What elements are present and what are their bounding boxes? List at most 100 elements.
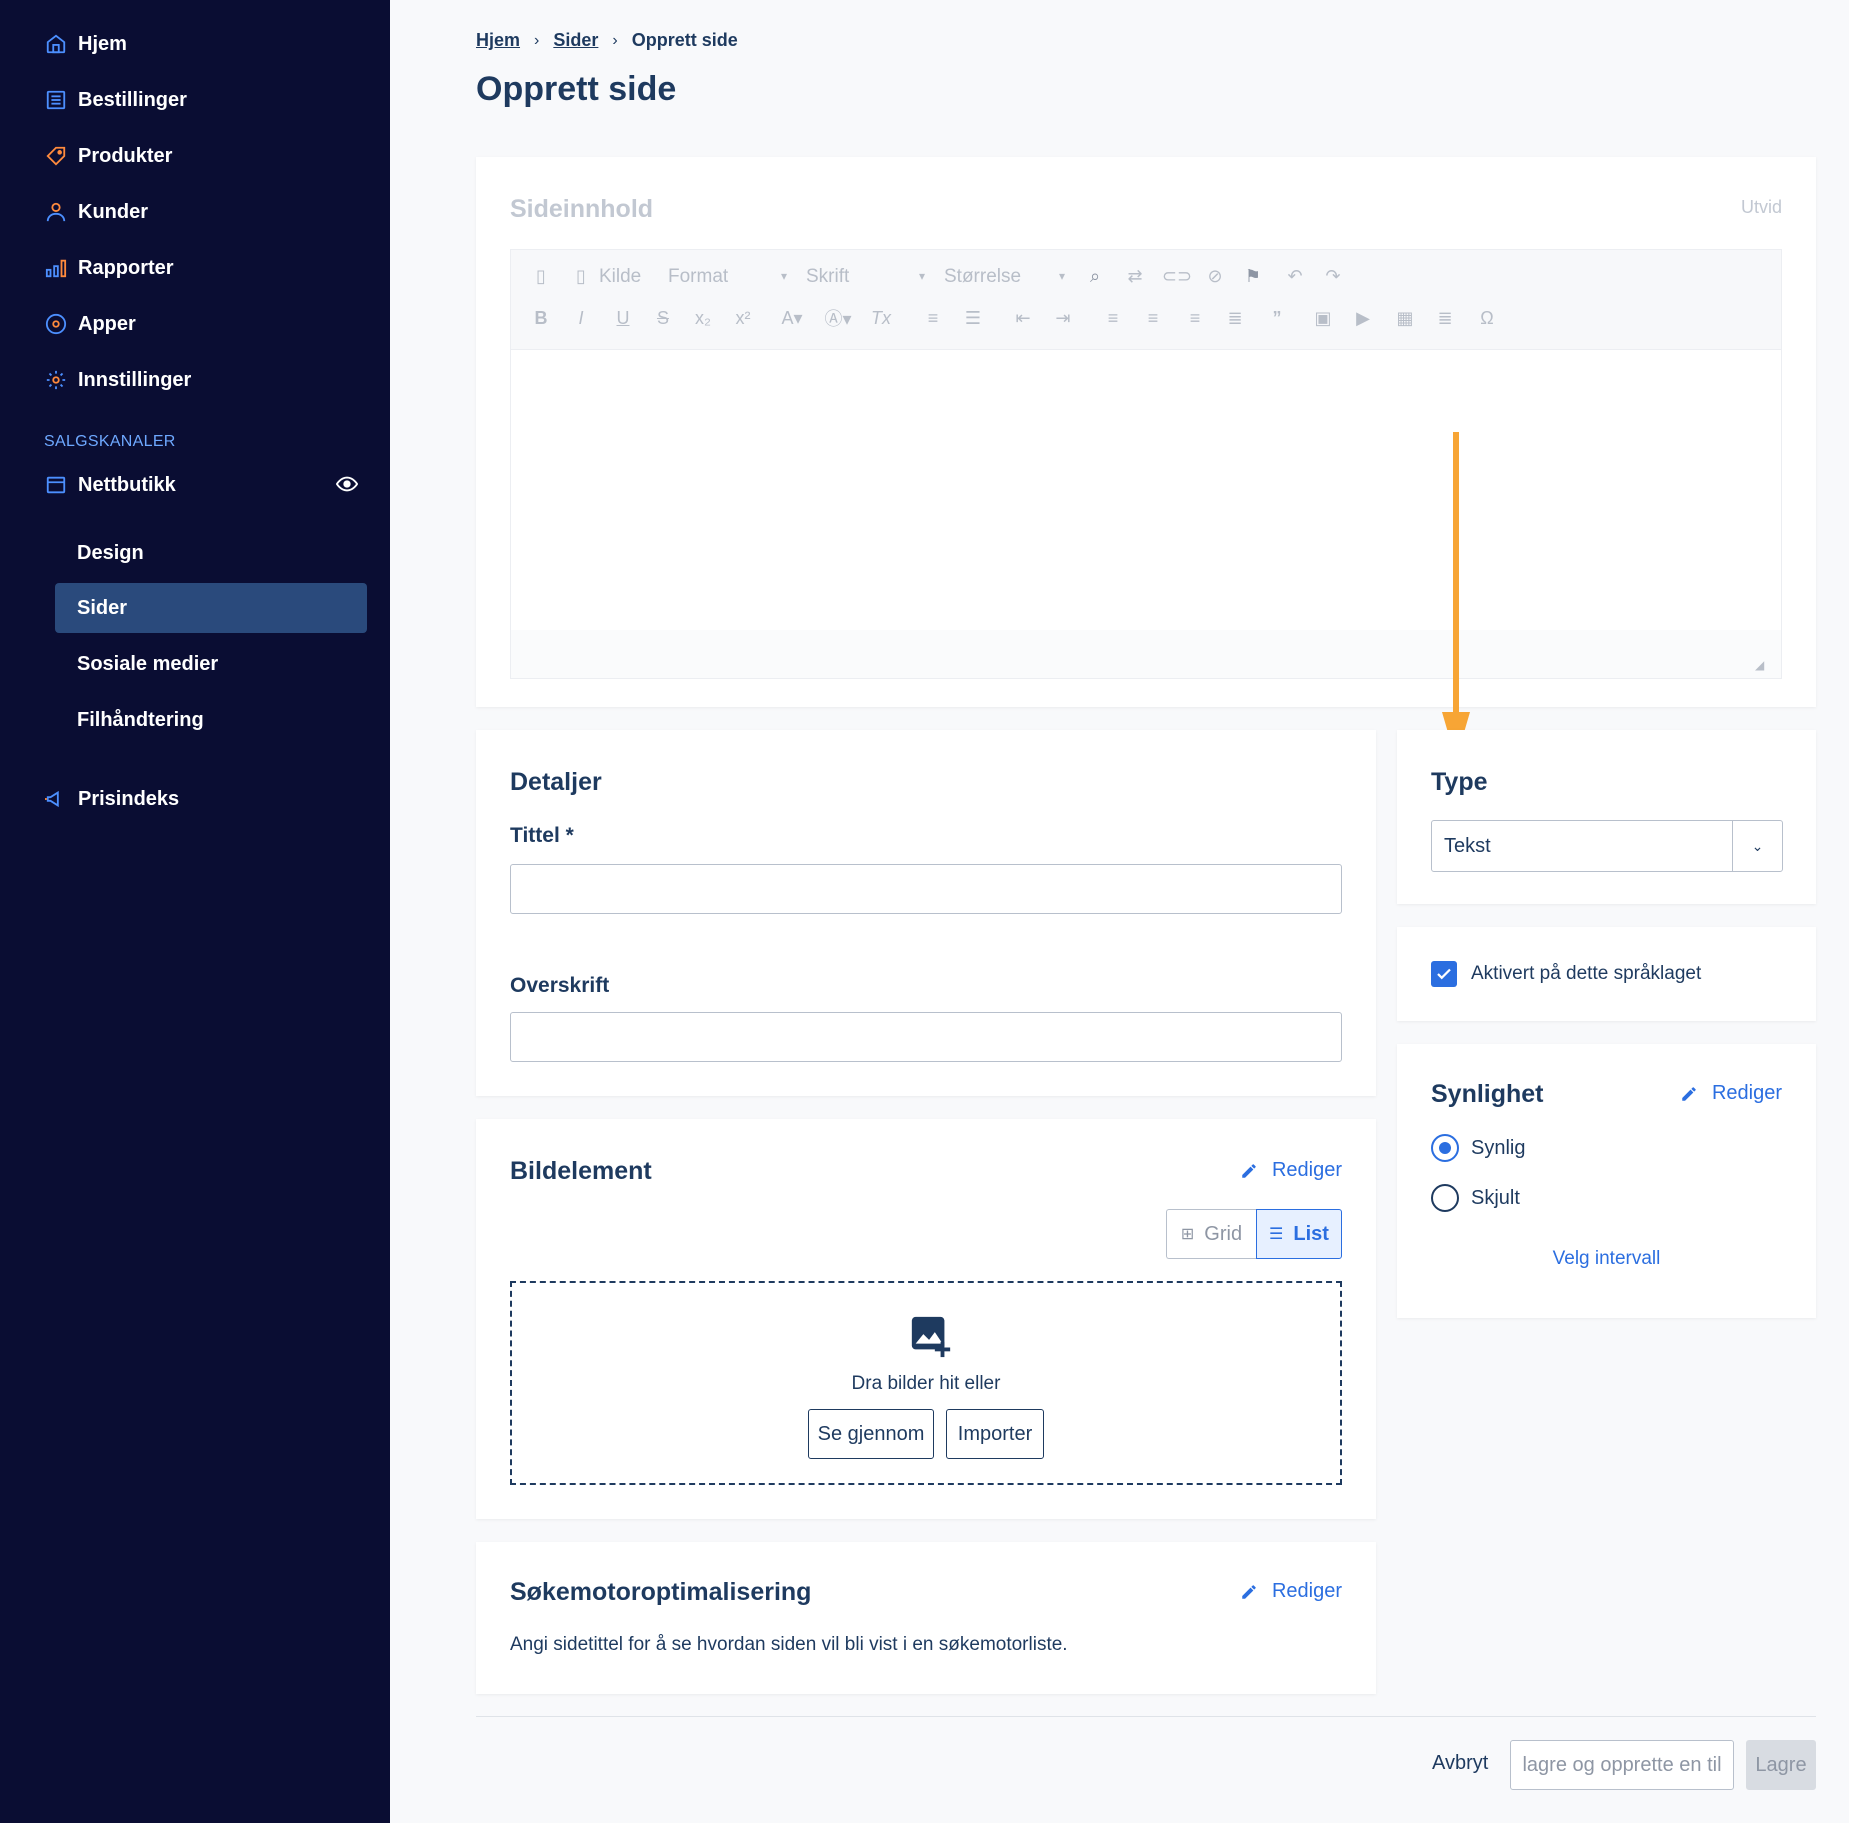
chevron-right-icon: › [612,31,618,49]
resize-handle[interactable]: ◢ [1755,658,1767,672]
gear-icon [44,368,68,392]
breadcrumb-pages[interactable]: Sider [553,30,598,51]
special-char-icon[interactable]: Ω [1475,306,1499,330]
cancel-button[interactable]: Avbryt [1432,1752,1488,1775]
hidden-radio-row[interactable]: Skjult [1431,1184,1520,1212]
indent-icon[interactable]: ⇥ [1051,306,1075,330]
image-dropzone[interactable]: Dra bilder hit eller Se gjennom Importer [510,1281,1342,1485]
sidebar-item-label: Filhåndtering [77,708,204,731]
import-button[interactable]: Importer [946,1409,1044,1459]
eye-icon[interactable] [335,473,360,497]
image-edit-button[interactable]: Rediger [1240,1159,1342,1182]
sidebar-item-products[interactable]: Produkter [44,136,172,176]
bold-icon[interactable]: B [529,306,553,330]
replace-icon[interactable]: ⇄ [1123,264,1147,288]
sidebar-subitem-design[interactable]: Design [55,528,367,578]
browse-button[interactable]: Se gjennom [808,1409,934,1459]
image-card: Bildelement Rediger ⊞ Grid ☰ List Dra bi… [476,1119,1376,1519]
align-center-icon[interactable]: ≡ [1141,306,1165,330]
clear-format-icon[interactable]: Tx [869,306,893,330]
strike-icon[interactable]: S [651,306,675,330]
sidebar-item-label: Produkter [78,144,173,167]
home-icon [44,32,68,56]
sidebar-subitem-social[interactable]: Sosiale medier [55,639,367,689]
search-icon[interactable]: ⌕ [1083,264,1107,288]
source-button[interactable]: Kilde [599,266,641,288]
size-dropdown[interactable]: Størrelse [944,266,1021,288]
justify-icon[interactable]: ≣ [1223,306,1247,330]
grid-view-button[interactable]: ⊞ Grid [1166,1209,1256,1259]
pencil-icon [1242,1163,1256,1178]
sidebar-item-webshop[interactable]: Nettbutikk [44,465,360,505]
edit-label: Rediger [1271,1580,1342,1602]
sidebar-item-price-index[interactable]: Prisindeks [44,779,179,819]
page-title: Opprett side [476,70,677,108]
sidebar-subitem-pages[interactable]: Sider [55,583,367,633]
outdent-icon[interactable]: ⇤ [1011,306,1035,330]
sidebar-item-settings[interactable]: Innstillinger [44,360,191,400]
heading-label: Overskrift [510,974,610,997]
visible-label: Synlig [1471,1136,1526,1159]
align-left-icon[interactable]: ≡ [1101,306,1125,330]
list-view-button[interactable]: ☰ List [1256,1209,1342,1259]
content-card: Sideinnhold Utvid ▯ ▯ Kilde Format ▾ Skr… [476,157,1816,707]
save-and-new-button[interactable]: lagre og opprette en til [1510,1740,1734,1790]
store-icon [44,473,68,497]
unlink-icon[interactable]: ⊘ [1203,264,1227,288]
numbered-list-icon[interactable]: ≡ [921,306,945,330]
sidebar-item-label: Nettbutikk [78,473,176,496]
format-dropdown[interactable]: Format [668,266,728,288]
select-interval-link[interactable]: Velg intervall [1397,1248,1816,1270]
redo-icon[interactable]: ↷ [1321,264,1345,288]
video-icon[interactable]: ▶ [1351,306,1375,330]
radio-checked-icon[interactable] [1431,1134,1459,1162]
expand-link[interactable]: Utvid [1741,197,1782,218]
radio-unchecked-icon[interactable] [1431,1184,1459,1212]
heading-input[interactable] [510,1012,1342,1062]
app: Hjem Bestillinger Produkter Kunder Rappo… [0,0,1849,1823]
sidebar-item-reports[interactable]: Rapporter [44,248,174,288]
visibility-title: Synlighet [1431,1080,1544,1108]
details-title: Detaljer [510,768,602,796]
horizontal-line-icon[interactable]: ≣ [1433,306,1457,330]
flag-icon[interactable]: ⚑ [1241,264,1265,288]
bar-chart-icon [44,256,68,280]
underline-icon[interactable]: U [611,306,635,330]
seo-edit-button[interactable]: Rediger [1240,1580,1342,1603]
align-right-icon[interactable]: ≡ [1183,306,1207,330]
editor-toolbar: ▯ ▯ Kilde Format ▾ Skrift ▾ Størrelse ▾ … [511,250,1781,350]
breadcrumb-home[interactable]: Hjem [476,30,520,51]
language-checkbox-row[interactable]: Aktivert på dette språklaget [1431,961,1701,987]
subscript-icon[interactable]: x₂ [691,306,715,330]
visible-radio-row[interactable]: Synlig [1431,1134,1525,1162]
new-page-icon[interactable]: ▯ [529,264,553,288]
image-icon[interactable]: ▣ [1311,306,1335,330]
type-select-value: Tekst [1444,834,1491,857]
quote-icon[interactable]: ” [1265,306,1289,330]
link-icon[interactable]: ⊂⊃ [1162,264,1192,288]
source-icon[interactable]: ▯ [569,264,593,288]
table-icon[interactable]: ▦ [1393,306,1417,330]
section-label: SALGSKANALER [44,433,176,450]
sidebar-item-customers[interactable]: Kunder [44,192,148,232]
sidebar-subitem-files[interactable]: Filhåndtering [55,695,367,745]
chevron-down-icon: ▾ [1058,269,1066,283]
visibility-edit-button[interactable]: Rediger [1680,1082,1782,1105]
bullet-list-icon[interactable]: ☰ [961,306,985,330]
type-select[interactable]: Tekst ⌄ [1431,820,1783,872]
checkbox-checked-icon[interactable] [1431,961,1457,987]
bg-color-icon[interactable]: Ⓐ▾ [823,306,853,330]
save-button[interactable]: Lagre [1746,1740,1816,1790]
title-input[interactable] [510,864,1342,914]
sidebar-item-label: Rapporter [78,256,174,279]
italic-icon[interactable]: I [569,306,593,330]
apps-icon [44,312,68,336]
sidebar-item-home[interactable]: Hjem [44,24,127,64]
font-dropdown[interactable]: Skrift [806,266,849,288]
editor-body[interactable] [511,350,1781,630]
sidebar-item-orders[interactable]: Bestillinger [44,80,187,120]
superscript-icon[interactable]: x² [731,306,755,330]
text-color-icon[interactable]: A▾ [777,306,807,330]
sidebar-item-apps[interactable]: Apper [44,304,136,344]
undo-icon[interactable]: ↶ [1283,264,1307,288]
